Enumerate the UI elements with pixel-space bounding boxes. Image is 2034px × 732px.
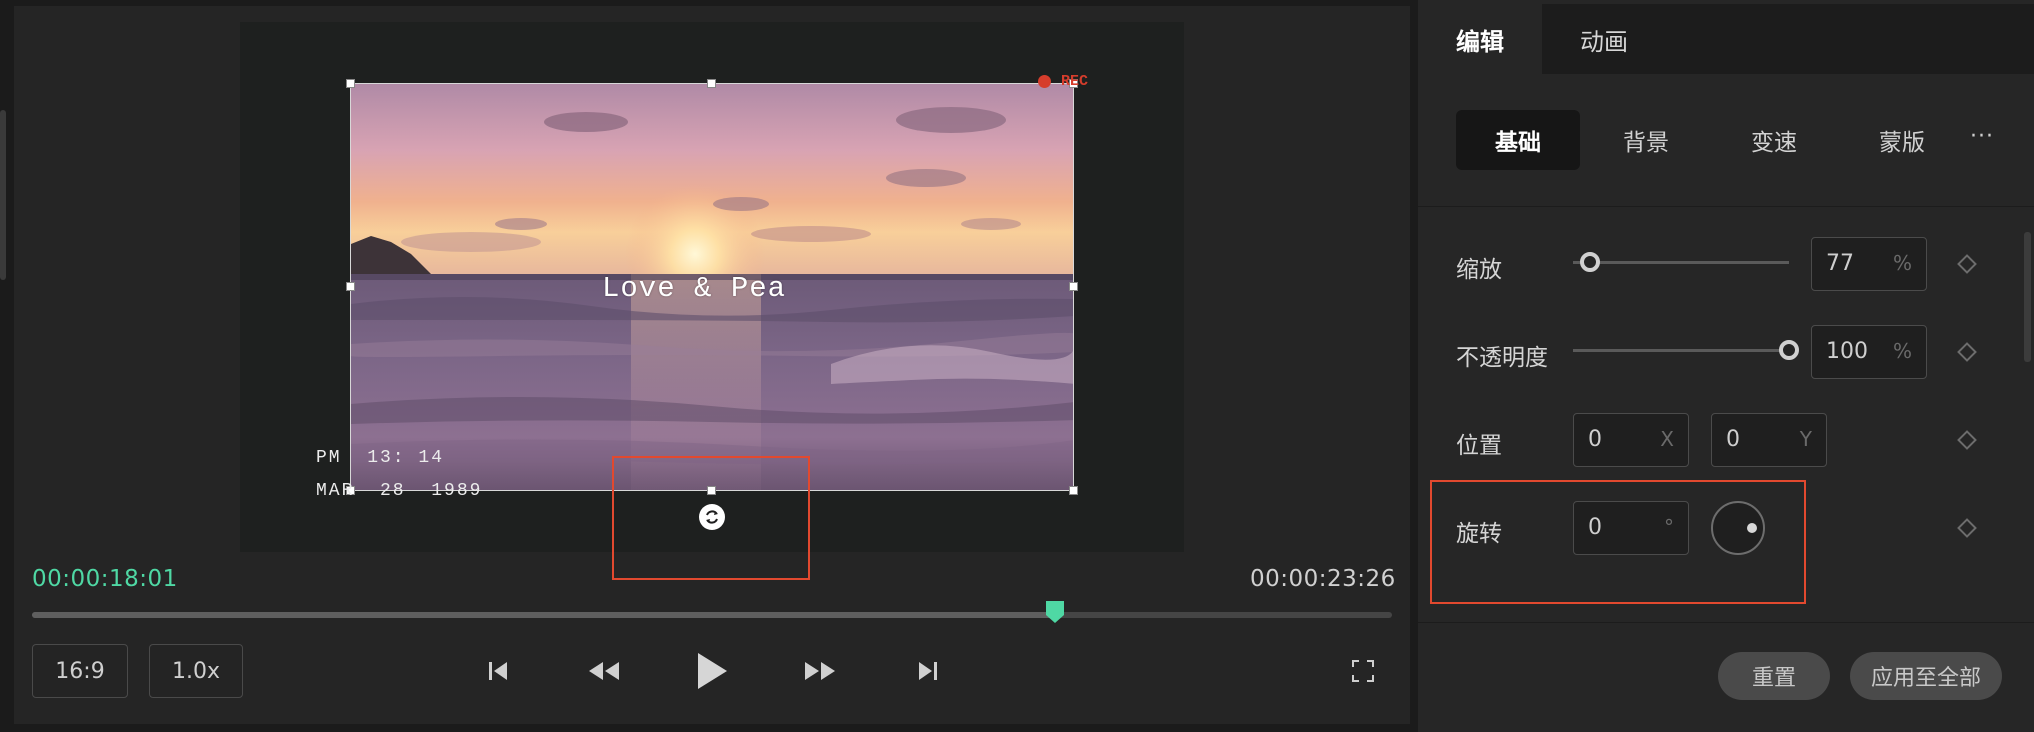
overlay-title-text[interactable]: Love & Pea	[602, 272, 786, 305]
apply-to-all-button[interactable]: 应用至全部	[1850, 652, 2002, 700]
playback-speed-button[interactable]: 1.0x	[149, 644, 243, 698]
opacity-unit: %	[1892, 339, 1912, 363]
subtab-basic[interactable]: 基础	[1456, 110, 1580, 170]
opacity-input[interactable]: 100 %	[1811, 325, 1927, 379]
timestamp-time: PM 13: 14	[316, 448, 445, 468]
reset-button[interactable]: 重置	[1718, 652, 1830, 700]
play-icon[interactable]	[692, 646, 732, 696]
position-y-unit: Y	[1799, 427, 1812, 451]
fullscreen-icon[interactable]	[1348, 646, 1378, 696]
progress-fill	[32, 612, 1055, 618]
fast-forward-icon[interactable]	[800, 646, 840, 696]
position-y-input[interactable]: 0 Y	[1711, 413, 1827, 467]
current-time: 00:00:18:01	[32, 566, 178, 592]
rec-indicator: REC	[1038, 73, 1088, 90]
opacity-label: 不透明度	[1456, 345, 1548, 371]
rec-label: REC	[1061, 73, 1089, 90]
resize-handle-br[interactable]	[1069, 486, 1078, 495]
position-label: 位置	[1456, 433, 1502, 459]
subtab-background[interactable]: 背景	[1584, 110, 1708, 170]
tab-edit[interactable]: 编辑	[1418, 4, 1542, 74]
left-scrollbar[interactable]	[0, 110, 6, 280]
rotation-highlight	[1430, 480, 1806, 604]
total-time: 00:00:23:26	[1250, 566, 1396, 592]
scale-label: 缩放	[1456, 257, 1502, 283]
scale-slider[interactable]	[1573, 261, 1789, 264]
position-x-unit: X	[1660, 427, 1674, 451]
position-x-input[interactable]: 0 X	[1573, 413, 1689, 467]
aspect-ratio-button[interactable]: 16:9	[32, 644, 128, 698]
subtab-mask[interactable]: 蒙版	[1840, 110, 1964, 170]
panel-divider-bottom	[1418, 622, 2034, 623]
rec-dot-icon	[1038, 75, 1051, 88]
opacity-slider[interactable]	[1573, 349, 1789, 352]
more-tabs-icon[interactable]: ···	[1970, 124, 1994, 149]
skip-to-start-icon[interactable]	[482, 646, 514, 696]
scale-unit: %	[1892, 251, 1912, 275]
subtab-speed[interactable]: 变速	[1712, 110, 1836, 170]
progress-bar[interactable]	[32, 601, 1392, 623]
resize-handle-tl[interactable]	[346, 79, 355, 88]
skip-to-end-icon[interactable]	[912, 646, 944, 696]
rewind-icon[interactable]	[584, 646, 624, 696]
position-y-value: 0	[1726, 427, 1740, 452]
scale-value: 77	[1826, 251, 1854, 276]
rotate-handle-highlight	[612, 456, 810, 580]
video-player: Love & Pea REC PM 13: 14 MAR 28 1989 00:…	[0, 0, 1414, 732]
panel-divider	[1418, 206, 2034, 207]
timestamp-date: MAR 28 1989	[316, 481, 483, 501]
tab-animation[interactable]: 动画	[1542, 4, 1666, 74]
resize-handle-mr[interactable]	[1069, 282, 1078, 291]
opacity-slider-knob[interactable]	[1779, 340, 1799, 360]
resize-handle-ml[interactable]	[346, 282, 355, 291]
scale-input[interactable]: 77 %	[1811, 237, 1927, 291]
position-x-value: 0	[1588, 427, 1602, 452]
top-tab-bar: 编辑 动画	[1418, 4, 2034, 74]
resize-handle-tm[interactable]	[707, 79, 716, 88]
playhead-marker-icon[interactable]	[1045, 600, 1065, 624]
opacity-value: 100	[1826, 339, 1868, 364]
panel-scrollbar[interactable]	[2024, 232, 2031, 362]
